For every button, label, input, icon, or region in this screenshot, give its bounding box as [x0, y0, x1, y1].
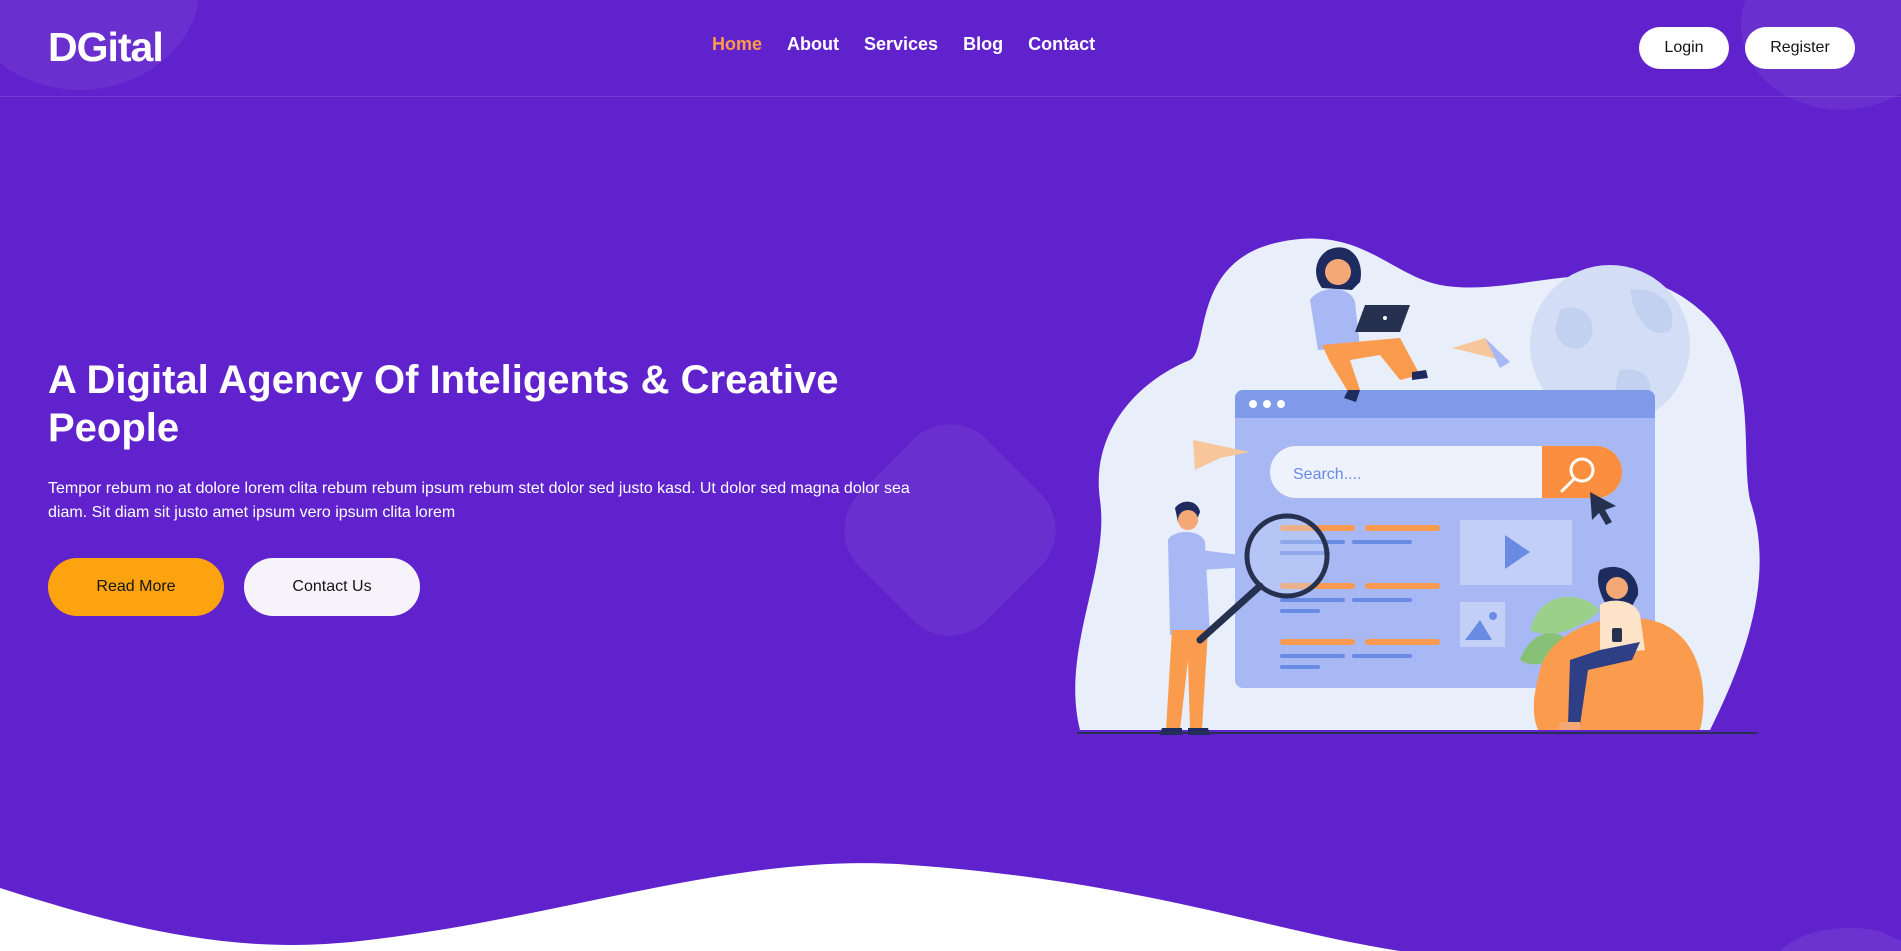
- image-icon: [1460, 602, 1505, 647]
- nav-link-contact[interactable]: Contact: [1028, 34, 1095, 55]
- nav-link-blog[interactable]: Blog: [963, 34, 1003, 55]
- video-thumbnail: [1460, 520, 1572, 585]
- register-button[interactable]: Register: [1745, 27, 1855, 69]
- hero-title: A Digital Agency Of Inteligents & Creati…: [48, 358, 839, 450]
- main-nav: Home About Services Blog Contact: [712, 34, 1095, 55]
- nav-link-services[interactable]: Services: [864, 34, 938, 55]
- hero-description: Tempor rebum no at dolore lorem clita re…: [48, 480, 910, 521]
- login-button[interactable]: Login: [1639, 27, 1729, 69]
- nav-link-home[interactable]: Home: [712, 34, 762, 55]
- read-more-button[interactable]: Read More: [48, 558, 224, 616]
- auth-buttons: Login Register: [1639, 27, 1855, 69]
- hero-actions: Read More Contact Us: [48, 558, 420, 616]
- nav-link-about[interactable]: About: [787, 34, 839, 55]
- bottom-wave: [0, 863, 1901, 951]
- search-placeholder: Search....: [1293, 466, 1361, 483]
- navbar: DGital Home About Services Blog Contact …: [0, 0, 1901, 97]
- brand-logo[interactable]: DGital: [48, 22, 164, 72]
- contact-us-button[interactable]: Contact Us: [244, 558, 420, 616]
- hero-illustration: Search....: [1075, 238, 1760, 735]
